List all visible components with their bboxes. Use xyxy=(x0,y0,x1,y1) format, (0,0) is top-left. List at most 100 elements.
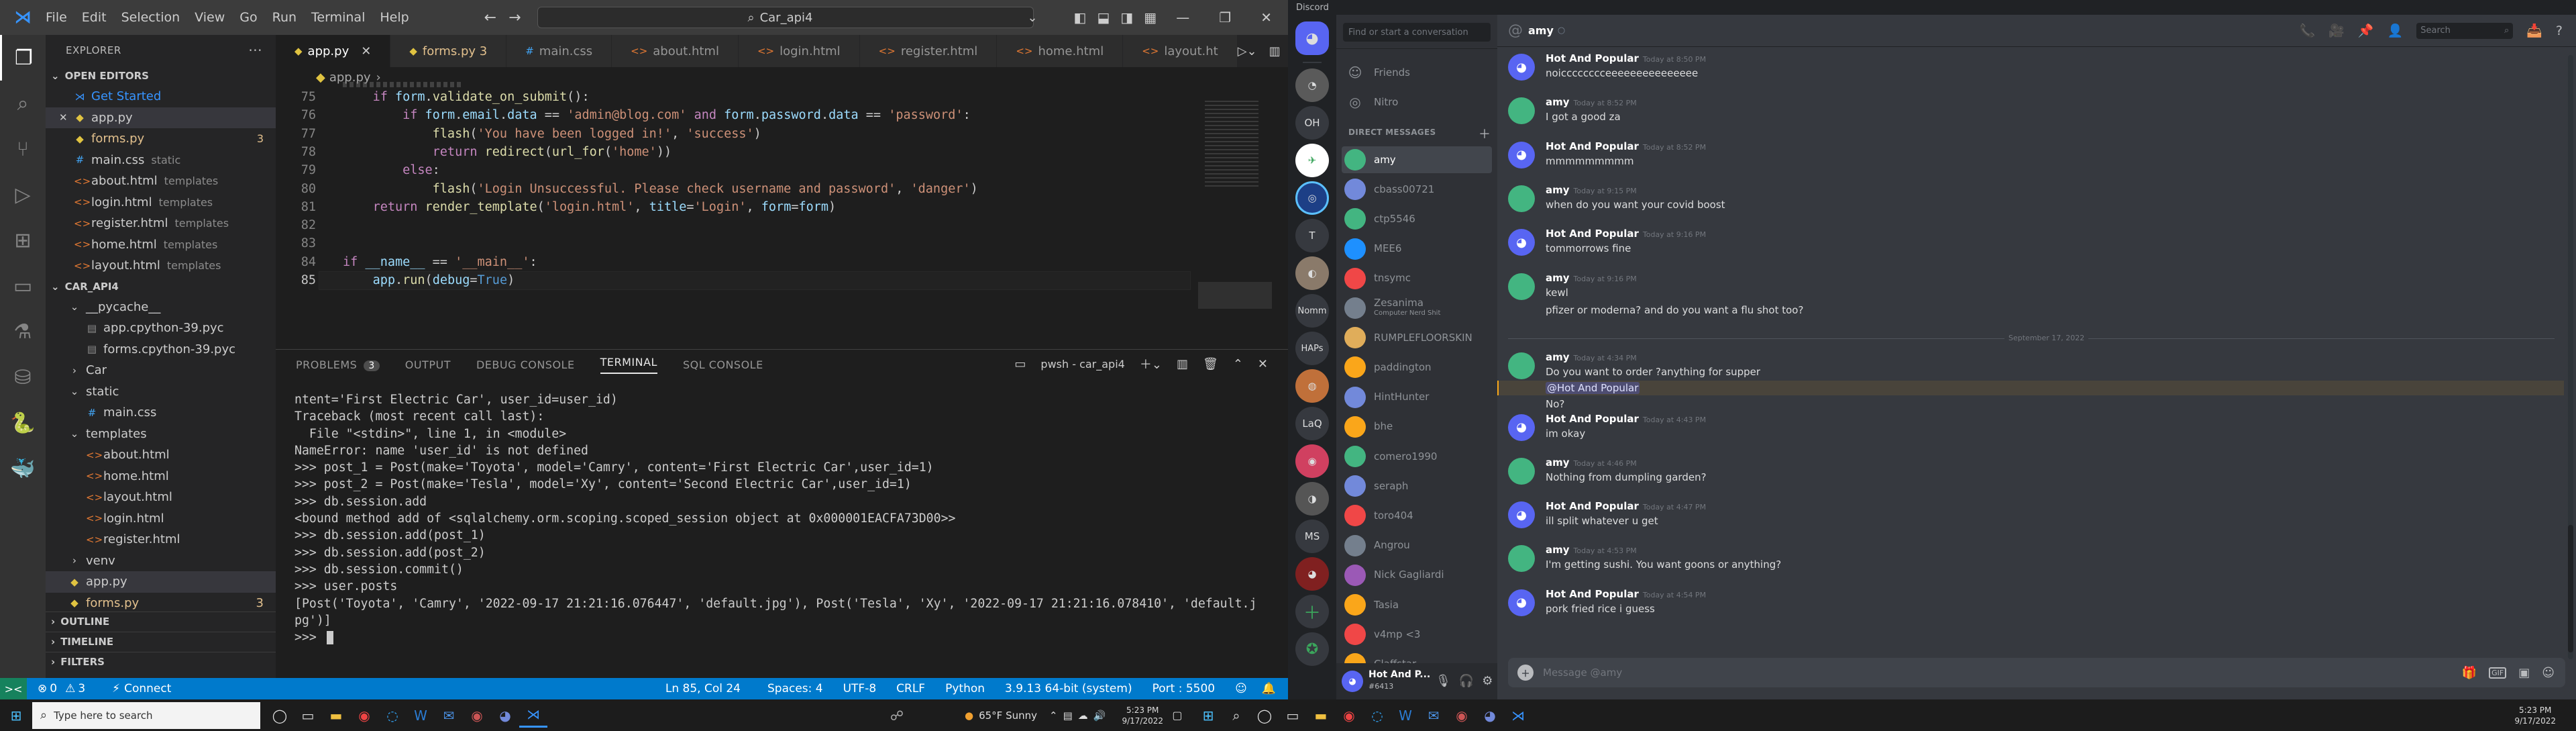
dm-item[interactable]: MEE6 xyxy=(1342,236,1492,262)
discord-taskbar-icon-2[interactable]: ◕ xyxy=(1476,703,1504,728)
mention[interactable]: @Hot And Popular xyxy=(1546,381,1640,394)
discord-avatar-icon[interactable]: ◕ xyxy=(1508,413,1535,441)
code-line[interactable]: return render_template('login.html', tit… xyxy=(343,200,837,214)
dm-search-box[interactable]: Find or start a conversation xyxy=(1343,23,1491,42)
task-view-icon[interactable]: ▭ xyxy=(294,703,322,728)
deafen-headphones-icon[interactable]: 🎧 xyxy=(1459,674,1474,688)
cortana-icon-2[interactable]: ◯ xyxy=(1250,703,1279,728)
tree-item[interactable]: ◆ app.py xyxy=(46,571,276,593)
filters-section[interactable]: › FILTERS xyxy=(46,651,276,672)
warning-count[interactable]: 3 xyxy=(78,682,85,695)
more-actions-icon[interactable]: ··· xyxy=(248,42,262,58)
server-icon-OH[interactable]: OH xyxy=(1295,106,1329,140)
cloud-icon[interactable]: ☁ xyxy=(1078,710,1088,722)
run-python-icon[interactable]: ▷⌄ xyxy=(1238,44,1257,58)
search-icon-2[interactable]: ⌕ xyxy=(1222,703,1250,728)
toggle-panel-icon[interactable]: ⬓ xyxy=(1097,9,1110,26)
chrome-icon-2[interactable]: ◉ xyxy=(1335,703,1363,728)
panel-tab-problems[interactable]: PROBLEMS 3 xyxy=(296,358,380,371)
menu-item-go[interactable]: Go xyxy=(239,10,257,25)
code-line[interactable]: flash('Login Unsuccessful. Please check … xyxy=(343,182,978,196)
message[interactable]: amy Today at 9:16 PM kewl pfizer or moderna… xyxy=(1508,272,2555,331)
terminal-output[interactable]: ntent='First Electric Car', user_id=user… xyxy=(294,391,1256,646)
server-icon-T[interactable]: T xyxy=(1295,219,1329,252)
user-avatar[interactable] xyxy=(1508,457,1535,485)
discord-avatar-icon[interactable]: ◕ xyxy=(1508,54,1535,81)
edge-icon-2[interactable]: ◌ xyxy=(1363,703,1391,728)
server-icon-HAPs[interactable]: HAPs xyxy=(1295,332,1329,365)
editor-tab[interactable]: <> login.html xyxy=(738,35,860,67)
toggle-sidebar-icon[interactable]: ◧ xyxy=(1074,9,1087,26)
clock-right[interactable]: 5:23 PM 9/17/2022 xyxy=(2514,705,2556,726)
word-icon[interactable]: W xyxy=(407,703,435,728)
code-line[interactable]: if form.validate_on_submit(): xyxy=(343,90,590,104)
chrome-profile-icon[interactable]: ◉ xyxy=(463,703,491,728)
indentation[interactable]: Spaces: 4 xyxy=(767,682,823,695)
terminal-name[interactable]: pwsh - car_api4 xyxy=(1040,358,1124,371)
message[interactable]: ◕ Hot And Popular Today at 4:43 PM im okay xyxy=(1508,413,2555,456)
notifications-icon[interactable]: 🔔 xyxy=(1262,682,1276,695)
encoding[interactable]: UTF-8 xyxy=(843,682,877,695)
message-author[interactable]: amy Today at 9:15 PM xyxy=(1546,184,1637,196)
code-line[interactable]: app.run(debug=True) xyxy=(343,273,515,287)
discord-avatar-icon[interactable]: ◕ xyxy=(1508,589,1535,616)
chat-search-input[interactable]: Search ⌕ xyxy=(2416,22,2514,39)
server-icon-paper-plane[interactable]: ✈ xyxy=(1295,144,1329,177)
user-avatar[interactable] xyxy=(1508,185,1535,212)
server-icon-Nomm[interactable]: Nomm xyxy=(1295,294,1329,328)
close-icon[interactable]: ✕ xyxy=(59,111,74,124)
vscode-taskbar-icon[interactable]: ⋊ xyxy=(519,703,547,728)
back-arrow-icon[interactable]: ← xyxy=(484,9,496,26)
message[interactable]: amy Today at 4:53 PM I'm getting sushi. Yo… xyxy=(1508,544,2555,587)
message-author[interactable]: amy Today at 9:16 PM xyxy=(1546,272,1637,284)
dm-item[interactable]: tnsymc xyxy=(1342,265,1492,292)
open-editor-item[interactable]: ◆ forms.py 3 xyxy=(46,128,276,150)
server-icon-gray[interactable]: ◑ xyxy=(1295,482,1329,516)
close-panel-icon[interactable]: ✕ xyxy=(1258,357,1268,371)
code-line[interactable]: if __name__ == '__main__': xyxy=(343,255,537,269)
tree-item[interactable]: # main.css xyxy=(46,402,276,424)
editor-tab[interactable]: <> about.html xyxy=(612,35,739,67)
menu-item-edit[interactable]: Edit xyxy=(82,10,107,25)
message[interactable]: ◕ Hot And Popular Today at 8:50 PM noiccccc… xyxy=(1508,52,2555,96)
chrome-profile-icon-2[interactable]: ◉ xyxy=(1448,703,1476,728)
dm-item[interactable]: bhe xyxy=(1342,413,1492,440)
panel-tab-output[interactable]: OUTPUT xyxy=(405,358,451,371)
edge-icon[interactable]: ◌ xyxy=(378,703,407,728)
user-avatar[interactable] xyxy=(1508,273,1535,300)
file-explorer-icon-2[interactable]: ▬ xyxy=(1307,703,1335,728)
clock-left[interactable]: 5:23 PM 9/17/2022 xyxy=(1122,705,1163,726)
friends-button[interactable]: ☺ Friends xyxy=(1342,59,1492,86)
menu-item-help[interactable]: Help xyxy=(380,10,409,25)
message-author[interactable]: amy Today at 8:52 PM xyxy=(1546,96,1637,108)
upload-plus-icon[interactable]: ＋ xyxy=(1517,665,1534,681)
python-interpreter[interactable]: 3.9.13 64-bit (system) xyxy=(1005,682,1132,695)
database-icon[interactable]: ⛁ xyxy=(0,354,46,400)
user-avatar[interactable] xyxy=(1508,97,1535,125)
menu-item-view[interactable]: View xyxy=(195,10,225,25)
pinned-messages-icon[interactable]: 📌 xyxy=(2358,23,2374,38)
tree-item[interactable]: ▤ forms.cpython-39.pyc xyxy=(46,339,276,360)
connect-button[interactable]: Connect xyxy=(124,682,171,695)
server-icon-image[interactable]: ◐ xyxy=(1295,256,1329,290)
network-icon[interactable]: ▤ xyxy=(1063,710,1073,722)
message-input[interactable]: Message @amy xyxy=(1543,667,1622,679)
code-line[interactable]: else: xyxy=(343,163,440,177)
video-call-icon[interactable]: 🎥 xyxy=(2328,23,2345,38)
tree-item[interactable]: <> layout.html xyxy=(46,487,276,508)
tree-item[interactable]: <> home.html xyxy=(46,466,276,487)
live-server-port[interactable]: Port : 5500 xyxy=(1152,682,1216,695)
windows-start-icon-2[interactable]: ⊞ xyxy=(1194,703,1222,728)
tree-item[interactable]: ⌄ __pycache__ xyxy=(46,297,276,318)
close-tab-icon[interactable]: ✕ xyxy=(361,44,371,58)
tree-item[interactable]: ▤ app.cpython-39.pyc xyxy=(46,318,276,339)
menu-item-run[interactable]: Run xyxy=(272,10,297,25)
weather-text[interactable]: 65°F Sunny xyxy=(979,710,1037,722)
message-author[interactable]: amy Today at 4:46 PM xyxy=(1546,456,1637,469)
panel-tab-debug-console[interactable]: DEBUG CONSOLE xyxy=(476,358,575,371)
dm-item[interactable]: toro404 xyxy=(1342,502,1492,529)
editor-tab[interactable]: <> home.html xyxy=(997,35,1124,67)
discord-taskbar-icon[interactable]: ◕ xyxy=(491,703,519,728)
server-icon-orange[interactable]: ◍ xyxy=(1295,369,1329,403)
tree-item[interactable]: › Car xyxy=(46,360,276,381)
